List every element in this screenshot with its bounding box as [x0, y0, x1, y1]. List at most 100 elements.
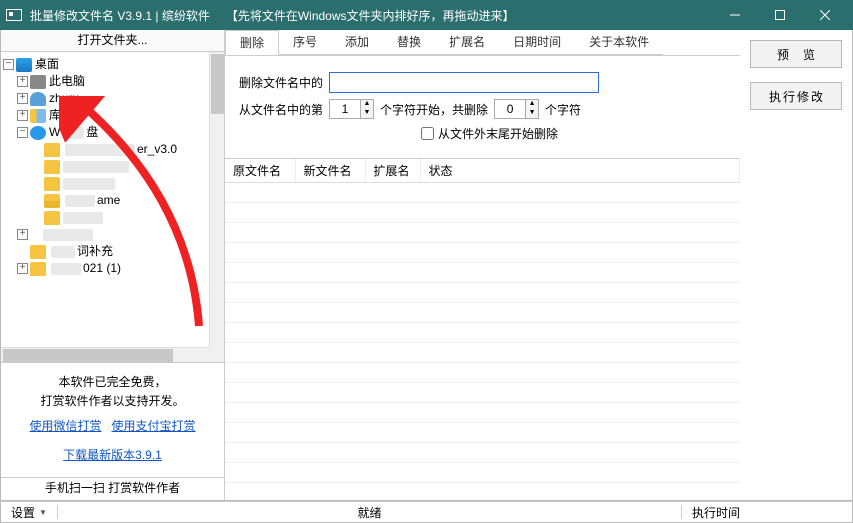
- tree-item-blurred[interactable]: [63, 212, 103, 224]
- tree-item[interactable]: 此电脑: [49, 73, 85, 90]
- delete-text-input[interactable]: [329, 72, 599, 93]
- status-ready: 就绪: [58, 504, 681, 521]
- expand-toggle[interactable]: −: [3, 59, 14, 70]
- table-row: [225, 263, 740, 283]
- action-buttons: 预览 执行修改: [740, 30, 852, 500]
- table-row: [225, 303, 740, 323]
- from-end-label: 从文件外末尾开始删除: [438, 125, 558, 142]
- tree-item[interactable]: zhuru: [49, 90, 79, 107]
- col-status[interactable]: 状态: [420, 159, 740, 183]
- maximize-button[interactable]: [757, 0, 802, 30]
- promo-text: 打赏软件作者以支持开发。: [5, 392, 220, 409]
- table-row: [225, 463, 740, 483]
- folder-tree-container: − 桌面 + 此电脑 + zhuru + 库 − W盘 er_v3.0 ame + 词补充…: [1, 52, 224, 363]
- apply-button[interactable]: 执行修改: [750, 82, 842, 110]
- spin-up-icon[interactable]: ▲: [525, 100, 538, 109]
- file-list-grid[interactable]: 原文件名 新文件名 扩展名 状态: [225, 159, 740, 500]
- tree-item-blurred[interactable]: [63, 178, 115, 190]
- chars-suffix-label: 个字符: [545, 101, 581, 118]
- tree-root[interactable]: 桌面: [35, 56, 59, 73]
- status-bar: 设置▼ 就绪 执行时间: [0, 501, 853, 523]
- table-row: [225, 423, 740, 443]
- chevron-down-icon: ▼: [39, 508, 47, 517]
- col-ext[interactable]: 扩展名: [365, 159, 420, 183]
- col-new[interactable]: 新文件名: [295, 159, 365, 183]
- tab-add[interactable]: 添加: [331, 30, 383, 55]
- delete-count-spinner[interactable]: ▲▼: [494, 99, 539, 119]
- tab-datetime[interactable]: 日期时间: [499, 30, 575, 55]
- spin-down-icon[interactable]: ▼: [525, 109, 538, 118]
- from-end-checkbox[interactable]: [421, 127, 434, 140]
- tree-item[interactable]: er_v3.0: [63, 141, 177, 158]
- tab-delete[interactable]: 删除: [225, 30, 279, 55]
- expand-toggle[interactable]: +: [17, 93, 28, 104]
- tree-item[interactable]: W盘: [49, 124, 98, 141]
- folder-icon: [30, 245, 46, 259]
- library-icon: [30, 109, 46, 123]
- tree-item-blurred[interactable]: [63, 161, 129, 173]
- spin-down-icon[interactable]: ▼: [360, 109, 373, 118]
- table-row: [225, 443, 740, 463]
- titlebar-hint: 【先将文件在Windows文件夹内排好序，再拖动进来】: [226, 7, 712, 24]
- donate-wechat-link[interactable]: 使用微信打赏: [29, 419, 101, 433]
- folder-tree[interactable]: − 桌面 + 此电脑 + zhuru + 库 − W盘 er_v3.0 ame + 词补充…: [1, 52, 224, 281]
- expand-toggle[interactable]: +: [17, 263, 28, 274]
- folder-icon: [44, 160, 60, 174]
- desktop-icon: [16, 58, 32, 72]
- folder-icon: [44, 211, 60, 225]
- chars-delete-label: 个字符开始，共删除: [380, 101, 488, 118]
- promo-text: 本软件已完全免费，: [5, 373, 220, 390]
- user-icon: [30, 92, 46, 106]
- settings-menu[interactable]: 设置▼: [1, 504, 57, 521]
- open-folder-header[interactable]: 打开文件夹...: [1, 30, 224, 52]
- tree-scrollbar-horizontal[interactable]: [1, 347, 209, 362]
- tree-item-blurred[interactable]: [43, 229, 93, 241]
- tab-about[interactable]: 关于本软件: [575, 30, 663, 55]
- tree-item[interactable]: 库: [49, 107, 61, 124]
- tree-item[interactable]: 021 (1): [49, 260, 121, 277]
- folder-icon: [44, 177, 60, 191]
- expand-toggle[interactable]: +: [17, 110, 28, 121]
- tree-scrollbar-vertical[interactable]: [209, 52, 224, 362]
- tab-bar: 删除 序号 添加 替换 扩展名 日期时间 关于本软件: [225, 30, 740, 56]
- folder-icon: [44, 194, 60, 208]
- table-row: [225, 383, 740, 403]
- preview-button[interactable]: 预览: [750, 40, 842, 68]
- table-row: [225, 203, 740, 223]
- delete-in-name-label: 删除文件名中的: [239, 74, 323, 91]
- left-panel: 打开文件夹... − 桌面 + 此电脑 + zhuru + 库 − W盘 er_v3.0 …: [1, 30, 225, 500]
- spin-up-icon[interactable]: ▲: [360, 100, 373, 109]
- table-row: [225, 243, 740, 263]
- delete-panel: 删除文件名中的 从文件名中的第 ▲▼ 个字符开始，共删除 ▲▼ 个字符 从文件外…: [225, 56, 740, 159]
- table-row: [225, 363, 740, 383]
- expand-toggle[interactable]: +: [17, 76, 28, 87]
- tree-item[interactable]: ame: [63, 192, 120, 209]
- from-char-label: 从文件名中的第: [239, 101, 323, 118]
- table-row: [225, 183, 740, 203]
- col-original[interactable]: 原文件名: [225, 159, 295, 183]
- table-row: [225, 403, 740, 423]
- table-row: [225, 323, 740, 343]
- table-row: [225, 223, 740, 243]
- tree-item[interactable]: 词补充: [49, 243, 113, 260]
- tab-number[interactable]: 序号: [279, 30, 331, 55]
- app-title: 批量修改文件名 V3.9.1 | 缤纷软件: [30, 7, 210, 24]
- tab-extension[interactable]: 扩展名: [435, 30, 499, 55]
- tab-replace[interactable]: 替换: [383, 30, 435, 55]
- folder-icon: [44, 143, 60, 157]
- folder-icon: [30, 262, 46, 276]
- start-position-spinner[interactable]: ▲▼: [329, 99, 374, 119]
- minimize-button[interactable]: [712, 0, 757, 30]
- expand-toggle[interactable]: −: [17, 127, 28, 138]
- donate-alipay-link[interactable]: 使用支付宝打赏: [112, 419, 196, 433]
- table-row: [225, 343, 740, 363]
- computer-icon: [30, 75, 46, 89]
- expand-toggle[interactable]: +: [17, 229, 28, 240]
- promo-panel: 本软件已完全免费， 打赏软件作者以支持开发。 使用微信打赏 使用支付宝打赏 下载…: [1, 363, 224, 478]
- title-bar: 批量修改文件名 V3.9.1 | 缤纷软件 【先将文件在Windows文件夹内排…: [0, 0, 853, 30]
- download-latest-link[interactable]: 下载最新版本3.9.1: [63, 448, 162, 462]
- left-footer: 手机扫一扫 打赏软件作者: [1, 478, 224, 500]
- cloud-icon: [30, 126, 46, 140]
- close-button[interactable]: [802, 0, 847, 30]
- app-icon: [6, 9, 22, 21]
